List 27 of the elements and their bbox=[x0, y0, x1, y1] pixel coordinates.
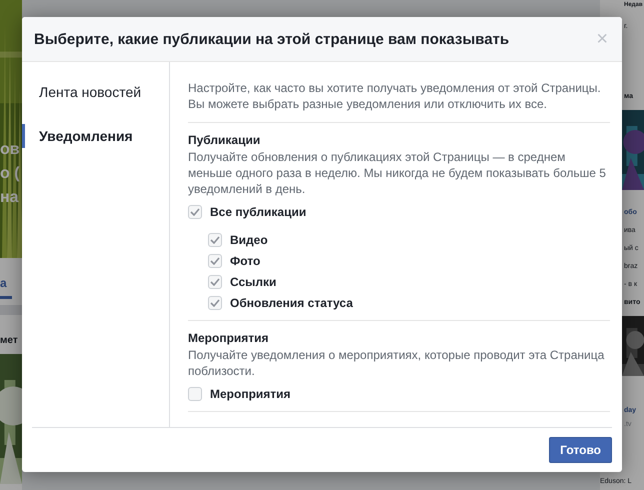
page-tab[interactable]: а bbox=[0, 276, 12, 299]
checkbox[interactable] bbox=[188, 387, 202, 401]
section-title: Мероприятия bbox=[188, 331, 270, 345]
section-description: Получайте уведомления о мероприятиях, которые проводит эта Страница поблизости. bbox=[188, 347, 606, 379]
checkbox-label[interactable]: Все публикации bbox=[210, 205, 306, 219]
checkbox[interactable] bbox=[188, 205, 202, 219]
cover-title-text: о ( bbox=[0, 164, 20, 184]
checkbox-label[interactable]: Обновления статуса bbox=[230, 296, 353, 310]
cover-title-text: на bbox=[0, 188, 20, 208]
section-description: Получайте обновления о публикациях этой Страницы — в среднем меньше одного раза в неделю. Мы никогда не будем показывать больше 5 уведомлений в день. bbox=[188, 149, 607, 197]
done-button[interactable]: Готово bbox=[549, 437, 612, 463]
checkbox[interactable] bbox=[208, 254, 222, 268]
cover-title-text: ов bbox=[0, 140, 20, 160]
checkbox-label[interactable]: Мероприятия bbox=[210, 387, 291, 401]
checkbox-label[interactable]: Фото bbox=[230, 254, 260, 268]
checkbox[interactable] bbox=[208, 296, 222, 310]
checkbox-label[interactable]: Видео bbox=[230, 233, 268, 247]
dialog-title: Выберите, какие публикации на этой странице вам показывать bbox=[34, 30, 510, 48]
section-band bbox=[0, 305, 22, 315]
nav-tab[interactable]: Лента новостей bbox=[22, 80, 169, 104]
section-title: Публикации bbox=[188, 133, 262, 147]
checkbox[interactable] bbox=[208, 233, 222, 247]
nav-tab[interactable]: Уведомления bbox=[22, 124, 169, 148]
intro-text: Настройте, как часто вы хотите получать уведомления от этой Страницы. Вы можете выбрать разные уведомления или отключить их все. bbox=[188, 80, 602, 112]
checkbox[interactable] bbox=[208, 275, 222, 289]
checkbox-label[interactable]: Ссылки bbox=[230, 275, 276, 289]
section-heading: мет bbox=[0, 335, 19, 346]
